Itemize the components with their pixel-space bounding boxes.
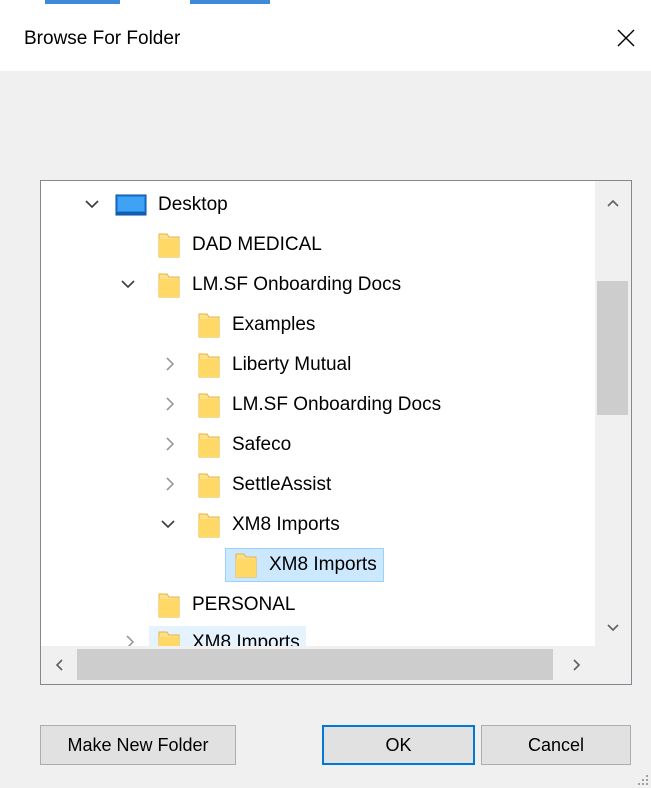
- tree-item-label: SettleAssist: [232, 474, 332, 495]
- folder-icon: [234, 551, 258, 579]
- desktop-icon: [115, 191, 147, 219]
- tree-item-label: DAD MEDICAL: [192, 234, 322, 255]
- tree-row[interactable]: LM.SF Onboarding Docs: [41, 266, 595, 302]
- expand-arrow-collapsed-icon[interactable]: [161, 475, 179, 493]
- expand-arrow-collapsed-icon[interactable]: [121, 633, 139, 646]
- chevron-left-icon: [55, 659, 63, 671]
- cancel-button[interactable]: Cancel: [481, 725, 631, 765]
- chevron-down-icon: [607, 624, 619, 632]
- tree-item-label: Safeco: [232, 434, 292, 455]
- scroll-left-button[interactable]: [41, 646, 77, 684]
- tree-item-xm8-imports-top[interactable]: XM8 Imports: [149, 626, 306, 646]
- tree-item-desktop[interactable]: Desktop: [115, 188, 234, 222]
- tree-item-label: LM.SF Onboarding Docs: [192, 274, 402, 295]
- chevron-up-icon: [607, 199, 619, 207]
- tree-row[interactable]: XM8 Imports: [41, 624, 595, 646]
- ok-button[interactable]: OK: [322, 725, 475, 765]
- vertical-scrollbar[interactable]: [595, 181, 631, 646]
- tree-row-desktop[interactable]: Desktop: [41, 186, 595, 222]
- tree-item-lm-sf-onboarding-docs-sub[interactable]: LM.SF Onboarding Docs: [197, 388, 447, 422]
- folder-tree-view[interactable]: Desktop DAD MEDICAL LM.SF Onboarding Doc…: [40, 180, 632, 685]
- tree-row[interactable]: Safeco: [41, 426, 595, 462]
- tree-row[interactable]: XM8 Imports: [41, 506, 595, 542]
- folder-tree-rows: Desktop DAD MEDICAL LM.SF Onboarding Doc…: [41, 181, 595, 646]
- scrollbar-corner: [595, 646, 631, 684]
- tree-item-settleassist[interactable]: SettleAssist: [197, 468, 337, 502]
- scroll-right-button[interactable]: [559, 646, 595, 684]
- scroll-down-button[interactable]: [595, 610, 631, 646]
- tree-row[interactable]: LM.SF Onboarding Docs: [41, 386, 595, 422]
- close-button[interactable]: [601, 16, 651, 60]
- tree-item-dad-medical[interactable]: DAD MEDICAL: [157, 228, 328, 262]
- tree-item-label: Desktop: [158, 194, 228, 215]
- folder-icon: [197, 351, 221, 379]
- tree-item-lm-sf-onboarding-docs[interactable]: LM.SF Onboarding Docs: [157, 268, 407, 302]
- expand-arrow-expanded-icon[interactable]: [83, 195, 101, 213]
- tree-item-label: LM.SF Onboarding Docs: [232, 394, 442, 415]
- folder-icon: [197, 431, 221, 459]
- dialog-title: Browse For Folder: [24, 28, 181, 49]
- tree-item-xm8-imports-selected[interactable]: XM8 Imports: [225, 548, 384, 582]
- tree-row[interactable]: Liberty Mutual: [41, 346, 595, 382]
- browse-for-folder-dialog: Browse For Folder Desktop DAD MEDICAL LM…: [0, 0, 651, 788]
- expand-arrow-collapsed-icon[interactable]: [161, 355, 179, 373]
- tree-item-label: Liberty Mutual: [232, 354, 352, 375]
- folder-icon: [157, 629, 181, 646]
- folder-icon: [157, 231, 181, 259]
- vertical-scroll-thumb[interactable]: [597, 281, 628, 415]
- expand-arrow-expanded-icon[interactable]: [159, 515, 177, 533]
- horizontal-scrollbar[interactable]: [41, 646, 595, 684]
- scroll-up-button[interactable]: [595, 185, 631, 221]
- folder-icon: [197, 311, 221, 339]
- tree-row[interactable]: XM8 Imports: [41, 546, 595, 582]
- resize-grip-icon[interactable]: [635, 772, 649, 786]
- tree-item-label: XM8 Imports: [269, 554, 377, 575]
- folder-icon: [197, 511, 221, 539]
- chevron-right-icon: [573, 659, 581, 671]
- tree-item-label: XM8 Imports: [232, 514, 340, 535]
- tree-item-label: PERSONAL: [192, 594, 296, 615]
- tree-item-label: Examples: [232, 314, 316, 335]
- expand-arrow-collapsed-icon[interactable]: [161, 395, 179, 413]
- tree-item-examples[interactable]: Examples: [197, 308, 321, 342]
- horizontal-scroll-thumb[interactable]: [77, 649, 553, 680]
- make-new-folder-button[interactable]: Make New Folder: [40, 725, 236, 765]
- folder-icon: [157, 591, 181, 619]
- tree-item-xm8-imports[interactable]: XM8 Imports: [197, 508, 346, 542]
- close-icon: [617, 29, 635, 47]
- tree-item-personal[interactable]: PERSONAL: [157, 588, 301, 622]
- folder-icon: [197, 391, 221, 419]
- tree-item-safeco[interactable]: Safeco: [197, 428, 297, 462]
- tree-item-liberty-mutual[interactable]: Liberty Mutual: [197, 348, 357, 382]
- folder-icon: [157, 271, 181, 299]
- tree-row[interactable]: PERSONAL: [41, 586, 595, 622]
- tree-row[interactable]: DAD MEDICAL: [41, 226, 595, 262]
- tree-row[interactable]: SettleAssist: [41, 466, 595, 502]
- tree-item-label: XM8 Imports: [192, 632, 300, 646]
- folder-icon: [197, 471, 221, 499]
- expand-arrow-collapsed-icon[interactable]: [161, 435, 179, 453]
- expand-arrow-expanded-icon[interactable]: [119, 275, 137, 293]
- title-bar: Browse For Folder: [0, 4, 651, 71]
- tree-row[interactable]: Examples: [41, 306, 595, 342]
